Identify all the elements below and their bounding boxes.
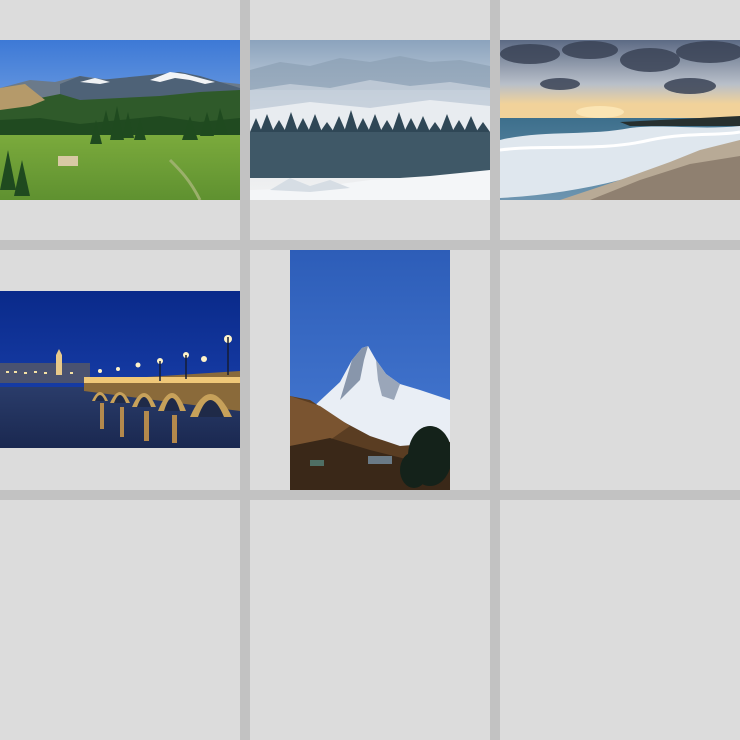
grid-cell-4 <box>0 250 240 490</box>
grid-cell-7 <box>0 500 240 740</box>
grid-cell-1 <box>0 0 240 240</box>
photo-grid <box>0 0 740 740</box>
snowy-peak-photo[interactable] <box>290 250 450 490</box>
grid-cell-8 <box>250 500 490 740</box>
night-bridge-image <box>0 291 240 448</box>
mountain-meadow-photo[interactable] <box>0 40 240 200</box>
beach-sunset-image <box>500 40 740 200</box>
grid-cell-6 <box>500 250 740 490</box>
night-bridge-photo[interactable] <box>0 291 240 448</box>
beach-sunset-photo[interactable] <box>500 40 740 200</box>
mountain-meadow-image <box>0 40 240 200</box>
misty-forest-photo[interactable] <box>250 40 490 200</box>
grid-cell-5 <box>250 250 490 490</box>
grid-cell-2 <box>250 0 490 240</box>
misty-forest-image <box>250 40 490 200</box>
snowy-peak-image <box>290 250 450 490</box>
grid-cell-3 <box>500 0 740 240</box>
grid-cell-9 <box>500 500 740 740</box>
